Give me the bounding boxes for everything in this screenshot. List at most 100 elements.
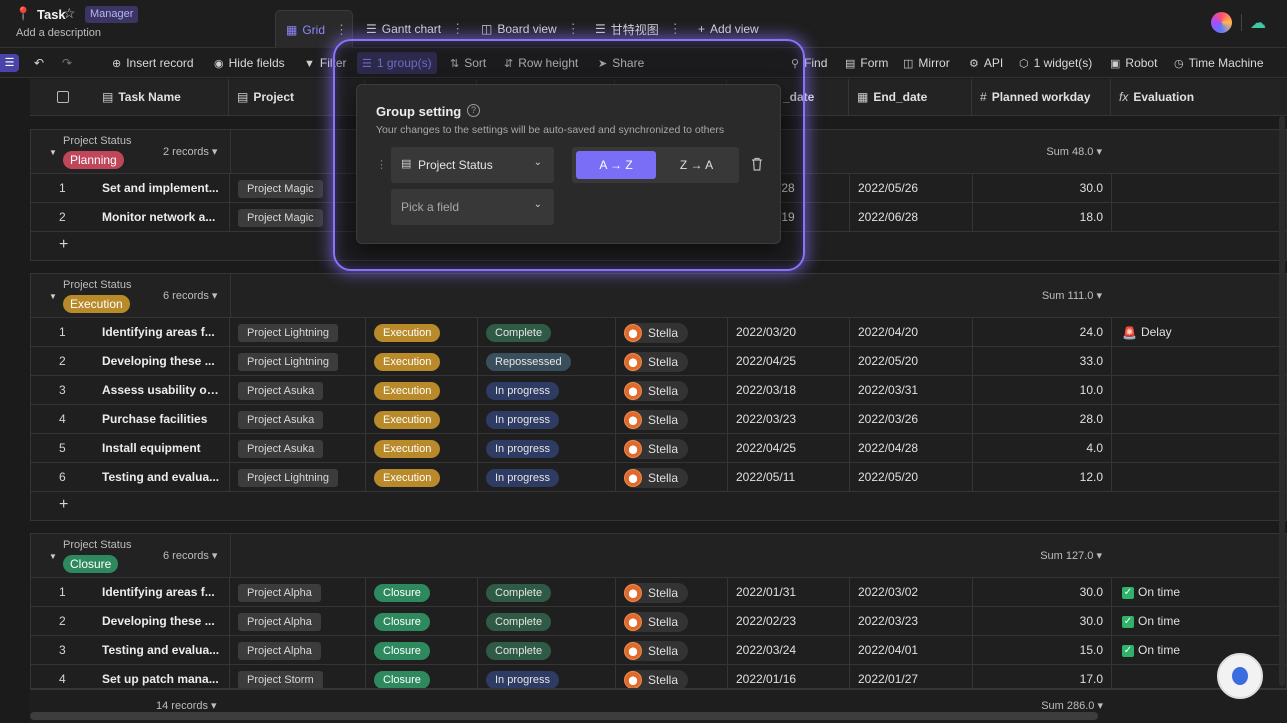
owner-cell[interactable]: Stella: [616, 636, 728, 664]
table-row[interactable]: 3 Testing and evalua... Project Alpha Closu…: [31, 636, 1286, 665]
end-date-cell[interactable]: 2022/03/02: [850, 578, 973, 606]
end-date-cell[interactable]: 2022/03/23: [850, 607, 973, 635]
total-sum[interactable]: Sum 286.0 ▾: [1041, 699, 1103, 712]
evaluation-cell[interactable]: ✓ On time: [1112, 636, 1286, 664]
start-date-cell[interactable]: 2022/03/20: [728, 318, 850, 346]
table-row[interactable]: 5 Install equipment Project Asuka Execution…: [31, 434, 1286, 463]
progress-cell[interactable]: Complete: [478, 318, 616, 346]
status-cell[interactable]: Execution: [366, 434, 478, 462]
table-row[interactable]: 4 Purchase facilities Project Asuka Executi…: [31, 405, 1286, 434]
project-cell[interactable]: Project Lightning: [230, 318, 366, 346]
collapse-icon[interactable]: ▼: [49, 148, 57, 157]
group-sum[interactable]: Sum 127.0 ▾: [1040, 549, 1102, 562]
project-cell[interactable]: Project Alpha: [230, 578, 366, 606]
project-cell[interactable]: Project Alpha: [230, 636, 366, 664]
planned-workday-cell[interactable]: 28.0: [973, 405, 1112, 433]
project-cell[interactable]: Project Alpha: [230, 607, 366, 635]
evaluation-cell[interactable]: ✓ On time: [1112, 607, 1286, 635]
horizontal-scrollbar[interactable]: [30, 712, 1098, 720]
help-icon[interactable]: ?: [467, 104, 480, 117]
status-cell[interactable]: Closure: [366, 578, 478, 606]
task-cell[interactable]: 4 Purchase facilities: [31, 405, 230, 433]
status-cell[interactable]: Execution: [366, 318, 478, 346]
form-button[interactable]: ▤ Form: [845, 48, 888, 78]
progress-cell[interactable]: In progress: [478, 376, 616, 404]
group-sum[interactable]: Sum 111.0 ▾: [1042, 289, 1102, 302]
owner-cell[interactable]: Stella: [616, 376, 728, 404]
undo-icon[interactable]: ↶: [34, 48, 44, 78]
plus-icon[interactable]: +: [59, 496, 68, 514]
more-icon[interactable]: ⋮: [335, 22, 348, 38]
end-date-cell[interactable]: 2022/05/26: [850, 174, 973, 202]
plus-icon[interactable]: +: [59, 236, 68, 254]
table-row[interactable]: 6 Testing and evalua... Project Lightning E…: [31, 463, 1286, 492]
progress-cell[interactable]: In progress: [478, 665, 616, 688]
cloud-sync-icon[interactable]: ☁: [1250, 13, 1266, 33]
widgets-button[interactable]: ⬡ 1 widget(s): [1019, 48, 1092, 78]
evaluation-cell[interactable]: [1112, 405, 1287, 433]
insert-record-button[interactable]: ⊕ Insert record: [112, 48, 194, 78]
owner-cell[interactable]: Stella: [616, 405, 728, 433]
owner-cell[interactable]: Stella: [616, 665, 728, 688]
owner-cell[interactable]: Stella: [616, 347, 728, 375]
project-cell[interactable]: Project Lightning: [230, 347, 366, 375]
datasheet-title[interactable]: Task: [37, 7, 66, 22]
progress-cell[interactable]: Complete: [478, 636, 616, 664]
status-cell[interactable]: Execution: [366, 376, 478, 404]
end-date-cell[interactable]: 2022/01/27: [850, 665, 973, 688]
progress-cell[interactable]: Complete: [478, 607, 616, 635]
end-date-cell[interactable]: 2022/04/20: [850, 318, 973, 346]
trash-icon[interactable]: [751, 157, 763, 171]
start-date-cell[interactable]: 2022/01/16: [728, 665, 850, 688]
mirror-button[interactable]: ◫ Mirror: [903, 48, 950, 78]
group-sum[interactable]: Sum 48.0 ▾: [1046, 145, 1102, 158]
sort-ascending-button[interactable]: A → Z: [576, 151, 656, 179]
planned-workday-cell[interactable]: 18.0: [973, 203, 1112, 231]
project-cell[interactable]: Project Storm: [230, 665, 366, 688]
group-field-select[interactable]: ▤ Project Status ⌄: [391, 147, 554, 183]
redo-icon[interactable]: ↷: [62, 48, 72, 78]
group-record-count[interactable]: 6 records ▾: [163, 289, 217, 302]
status-cell[interactable]: Closure: [366, 665, 478, 688]
status-cell[interactable]: Execution: [366, 405, 478, 433]
start-date-cell[interactable]: 2022/04/25: [728, 347, 850, 375]
project-cell[interactable]: Project Asuka: [230, 405, 366, 433]
pick-field-select[interactable]: Pick a field ⌄: [391, 189, 554, 225]
evaluation-cell[interactable]: [1112, 463, 1287, 491]
project-cell[interactable]: Project Asuka: [230, 376, 366, 404]
end-date-cell[interactable]: 2022/03/31: [850, 376, 973, 404]
assistant-avatar-icon[interactable]: [1217, 653, 1263, 699]
add-record-row[interactable]: +: [31, 492, 1286, 520]
status-cell[interactable]: Execution: [366, 347, 478, 375]
planned-workday-cell[interactable]: 4.0: [973, 434, 1112, 462]
time-machine-button[interactable]: ◷ Time Machine: [1174, 48, 1264, 78]
planned-workday-cell[interactable]: 30.0: [973, 174, 1112, 202]
progress-cell[interactable]: Complete: [478, 578, 616, 606]
status-cell[interactable]: Execution: [366, 463, 478, 491]
more-icon[interactable]: ⋮: [669, 21, 682, 37]
table-row[interactable]: 4 Set up patch mana... Project Storm Closur…: [31, 665, 1286, 688]
evaluation-cell[interactable]: ✓ On time: [1112, 578, 1286, 606]
robot-button[interactable]: ▣ Robot: [1110, 48, 1157, 78]
evaluation-cell[interactable]: 🚨 Delay: [1112, 318, 1287, 346]
planned-workday-cell[interactable]: 12.0: [973, 463, 1112, 491]
start-date-cell[interactable]: 2022/03/23: [728, 405, 850, 433]
owner-cell[interactable]: Stella: [616, 463, 728, 491]
planned-workday-cell[interactable]: 17.0: [973, 665, 1112, 688]
group-record-count[interactable]: 2 records ▾: [163, 145, 217, 158]
start-date-cell[interactable]: 2022/02/23: [728, 607, 850, 635]
collapse-icon[interactable]: ▼: [49, 292, 57, 301]
end-date-cell[interactable]: 2022/05/20: [850, 463, 973, 491]
end-date-cell[interactable]: 2022/04/28: [850, 434, 973, 462]
start-date-cell[interactable]: 2022/04/25: [728, 434, 850, 462]
sidebar-toggle-icon[interactable]: ☰: [0, 54, 19, 72]
status-cell[interactable]: Closure: [366, 607, 478, 635]
task-cell[interactable]: 1 Identifying areas f...: [31, 318, 230, 346]
select-all-checkbox[interactable]: [57, 91, 69, 103]
project-cell[interactable]: Project Asuka: [230, 434, 366, 462]
start-date-cell[interactable]: 2022/01/31: [728, 578, 850, 606]
owner-cell[interactable]: Stella: [616, 318, 728, 346]
group-record-count[interactable]: 6 records ▾: [163, 549, 217, 562]
column-header-evaluation[interactable]: fx Evaluation: [1111, 79, 1287, 116]
evaluation-cell[interactable]: [1112, 203, 1287, 231]
